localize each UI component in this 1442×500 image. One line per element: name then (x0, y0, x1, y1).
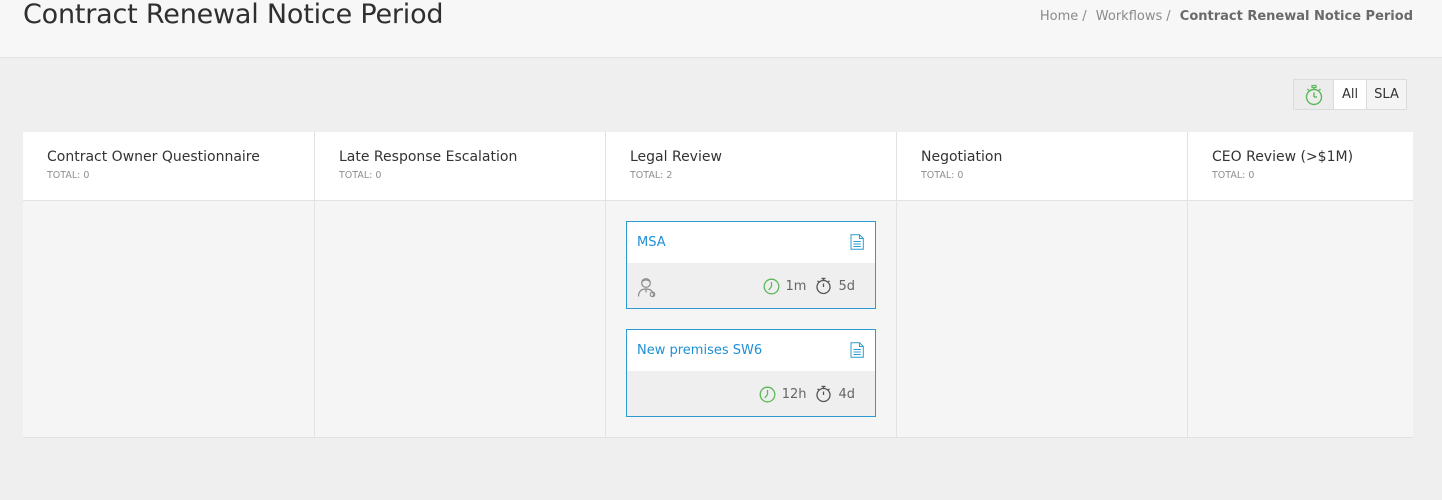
column-total: TOTAL: 2 (630, 170, 673, 181)
breadcrumb-separator: / (1166, 9, 1171, 24)
column-total: TOTAL: 0 (47, 170, 90, 181)
stopwatch-filter-button[interactable] (1294, 80, 1333, 109)
page-header: Contract Renewal Notice Period Home / Wor… (0, 0, 1442, 58)
column-late-response-escalation: Late Response Escalation TOTAL: 0 (315, 132, 606, 437)
column-header: Legal Review TOTAL: 2 (606, 132, 896, 201)
column-contract-owner-questionnaire: Contract Owner Questionnaire TOTAL: 0 (23, 132, 315, 437)
column-legal-review: Legal Review TOTAL: 2 MSA 1m 5d New prem… (606, 132, 897, 437)
workflow-board: Contract Owner Questionnaire TOTAL: 0 La… (23, 132, 1413, 438)
assignee-user-icon[interactable] (637, 276, 657, 298)
column-total: TOTAL: 0 (921, 170, 964, 181)
column-negotiation: Negotiation TOTAL: 0 (897, 132, 1188, 437)
view-filter-group: All SLA (1293, 79, 1407, 110)
card-metrics: 12h 4d (759, 385, 855, 403)
column-title: Negotiation (921, 149, 1003, 165)
breadcrumb-separator: / (1082, 9, 1087, 24)
breadcrumb-workflows[interactable]: Workflows (1096, 9, 1162, 24)
card-title-link[interactable]: MSA (637, 235, 666, 250)
column-title: Legal Review (630, 149, 722, 165)
card-footer: 1m 5d (627, 263, 875, 308)
column-header: Negotiation TOTAL: 0 (897, 132, 1187, 201)
column-header: Late Response Escalation TOTAL: 0 (315, 132, 605, 201)
card-title-link[interactable]: New premises SW6 (637, 343, 762, 358)
stopwatch-icon (816, 277, 832, 295)
page-title: Contract Renewal Notice Period (23, 0, 444, 30)
column-total: TOTAL: 0 (1212, 170, 1255, 181)
breadcrumb-current: Contract Renewal Notice Period (1179, 9, 1413, 24)
breadcrumb-home[interactable]: Home (1040, 9, 1078, 24)
card-footer: 12h 4d (627, 371, 875, 416)
elapsed-time: 12h (759, 386, 807, 403)
elapsed-time: 1m (763, 278, 807, 295)
document-icon[interactable] (850, 342, 864, 358)
filter-all-button[interactable]: All (1333, 80, 1366, 109)
column-title: CEO Review (>$1M) (1212, 149, 1354, 165)
filter-sla-button[interactable]: SLA (1366, 80, 1406, 109)
sla-value: 5d (838, 278, 855, 294)
sla-time: 4d (815, 385, 855, 403)
column-header: Contract Owner Questionnaire TOTAL: 0 (23, 132, 314, 201)
stopwatch-icon (1305, 84, 1322, 105)
column-ceo-review: CEO Review (>$1M) TOTAL: 0 (1188, 132, 1413, 437)
document-icon[interactable] (850, 234, 864, 250)
column-title: Late Response Escalation (339, 149, 518, 165)
card-metrics: 1m 5d (763, 277, 855, 295)
column-title: Contract Owner Questionnaire (47, 149, 260, 165)
clock-icon (763, 278, 779, 294)
workflow-card[interactable]: New premises SW6 12h 4d (626, 329, 876, 417)
workflow-card[interactable]: MSA 1m 5d (626, 221, 876, 309)
clock-icon (759, 386, 776, 402)
column-total: TOTAL: 0 (339, 170, 382, 181)
elapsed-value: 12h (781, 386, 807, 402)
stopwatch-icon (816, 385, 832, 403)
card-header: MSA (627, 222, 875, 263)
sla-time: 5d (815, 277, 855, 295)
elapsed-value: 1m (785, 278, 807, 294)
card-header: New premises SW6 (627, 330, 875, 371)
column-header: CEO Review (>$1M) TOTAL: 0 (1188, 132, 1413, 201)
breadcrumb: Home / Workflows / Contract Renewal Notice… (1040, 9, 1413, 24)
sla-value: 4d (838, 386, 855, 402)
